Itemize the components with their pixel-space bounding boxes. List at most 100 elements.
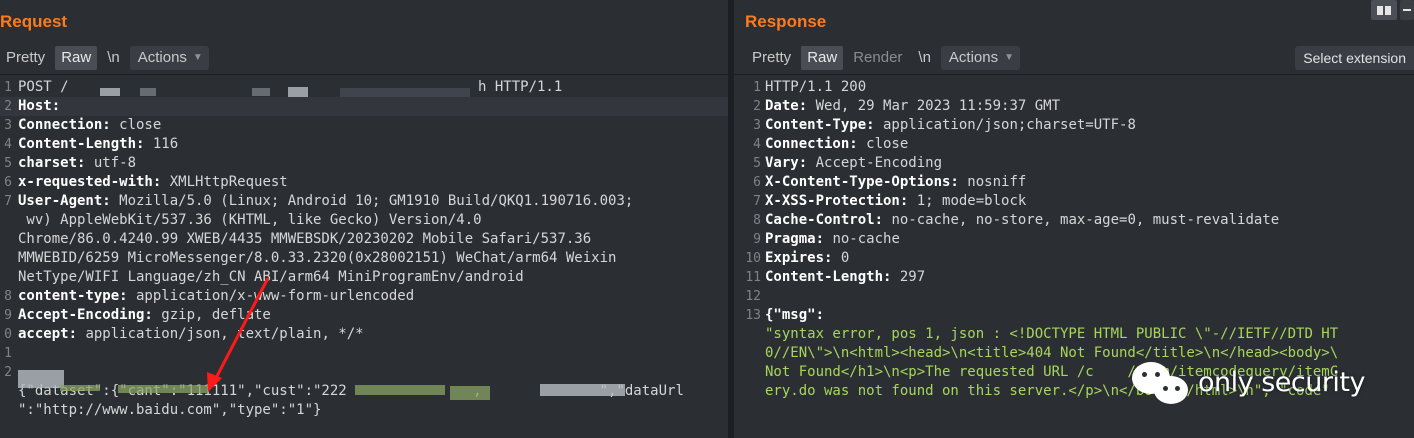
line-content: charset: utf-8 xyxy=(18,154,136,173)
header-value: XMLHttpRequest xyxy=(161,174,288,190)
line-content: "syntax error, pos 1, json : <!DOCTYPE H… xyxy=(765,325,1338,344)
header-value: Wed, 29 Mar 2023 11:59:37 GMT xyxy=(807,98,1061,114)
split-view-icon[interactable] xyxy=(1371,0,1397,20)
code-line: 2 Host: xyxy=(0,97,728,116)
line-text: Not Found</h1>\n<p>The requested URL /c … xyxy=(765,364,1339,380)
code-line: 0//EN\">\n<html><head>\n<title>404 Not F… xyxy=(734,344,1414,363)
line-content: Connection: close xyxy=(18,116,161,135)
header-value: 1; mode=block xyxy=(908,193,1027,209)
code-line: 10 Expires: 0 xyxy=(734,249,1414,268)
line-content: X-XSS-Protection: 1; mode=block xyxy=(765,192,1026,211)
code-line: 6 x-requested-with: XMLHttpRequest xyxy=(0,173,728,192)
code-line: 9 Pragma: no-cache xyxy=(734,230,1414,249)
code-line: 11 Content-Length: 297 xyxy=(734,268,1414,287)
line-content: 0//EN\">\n<html><head>\n<title>404 Not F… xyxy=(765,344,1338,363)
line-number: 8 xyxy=(4,289,12,304)
response-tab-newline[interactable]: \n xyxy=(912,46,937,70)
redaction-blur xyxy=(450,386,490,400)
line-content: ery.do was not found on this server.</p>… xyxy=(765,382,1330,401)
header-value: no-cache, no-store, max-age=0, must-reva… xyxy=(883,212,1280,228)
redaction-blur xyxy=(18,370,64,388)
response-actions-dropdown[interactable]: Actions ▼ xyxy=(940,46,1021,70)
header-value: utf-8 xyxy=(85,155,137,171)
line-number: 11 xyxy=(745,270,761,285)
line-content: Accept-Encoding: gzip, deflate xyxy=(18,306,271,325)
header-value: application/x-www-form-urlencoded xyxy=(127,288,415,304)
line-number: 1 xyxy=(753,80,761,95)
code-line: 7 User-Agent: Mozilla/5.0 (Linux; Android… xyxy=(0,192,728,211)
request-actions-dropdown[interactable]: Actions ▼ xyxy=(129,46,209,70)
line-number: 10 xyxy=(745,251,761,266)
response-tab-raw[interactable]: Raw xyxy=(801,46,844,70)
redaction-blur xyxy=(140,88,156,96)
redaction-blur xyxy=(60,385,100,391)
response-tab-render[interactable]: Render xyxy=(847,46,908,70)
line-text: ":"http://www.baidu.com","type":"1"} xyxy=(18,402,322,418)
redaction-blur xyxy=(252,88,270,96)
code-line: 3 Connection: close xyxy=(0,116,728,135)
header-value: close xyxy=(857,136,909,152)
code-line: 7 X-XSS-Protection: 1; mode=block xyxy=(734,192,1414,211)
chevron-down-icon: ▼ xyxy=(192,52,203,63)
header-value: Mozilla/5.0 (Linux; Android 10; GM1910 B… xyxy=(110,193,634,209)
header-name: Content-Length: xyxy=(18,136,145,152)
header-value: 0 xyxy=(832,250,850,266)
response-tab-pretty[interactable]: Pretty xyxy=(746,46,797,70)
request-tab-raw[interactable]: Raw xyxy=(55,46,98,70)
code-line: 1 HTTP/1.1 200 xyxy=(734,78,1414,97)
line-text: "syntax error, pos 1, json : <!DOCTYPE H… xyxy=(765,326,1339,342)
line-number: 2 xyxy=(4,99,12,114)
code-line: 4 Content-Length: 116 xyxy=(0,135,728,154)
header-name: Connection: xyxy=(18,117,111,133)
line-number: 12 xyxy=(745,289,761,304)
header-value: nosniff xyxy=(958,174,1027,190)
header-value: no-cache xyxy=(824,231,900,247)
line-number: 4 xyxy=(753,137,761,152)
line-text: Chrome/86.0.4240.99 XWEB/4435 MMWEBSDK/2… xyxy=(18,231,592,247)
code-line: 4 Connection: close xyxy=(734,135,1414,154)
line-content: User-Agent: Mozilla/5.0 (Linux; Android … xyxy=(18,192,633,211)
line-content: Cache-Control: no-cache, no-store, max-a… xyxy=(765,211,1279,230)
header-name: charset: xyxy=(18,155,86,171)
line-number: 6 xyxy=(4,175,12,190)
redaction-blur xyxy=(118,385,208,393)
line-number: 7 xyxy=(753,194,761,209)
line-number: 5 xyxy=(753,156,761,171)
line-text: POST / xyxy=(18,79,69,95)
code-line: 5 charset: utf-8 xyxy=(0,154,728,173)
redaction-blur xyxy=(355,385,445,395)
response-view-tabs: Pretty Raw Render \n Actions ▼ xyxy=(746,46,1021,70)
line-text: NetType/WIFI Language/zh_CN ABI/arm64 Mi… xyxy=(18,269,524,285)
header-value: 297 xyxy=(891,269,926,285)
select-extension-button[interactable]: Select extension xyxy=(1295,46,1414,70)
header-value: close xyxy=(110,117,162,133)
line-content: Not Found</h1>\n<p>The requested URL /c … xyxy=(765,363,1338,382)
line-number: 4 xyxy=(4,137,12,152)
line-content: Expires: 0 xyxy=(765,249,849,268)
response-editor[interactable]: 1 HTTP/1.1 200 2 Date: Wed, 29 Mar 2023 11:… xyxy=(734,78,1414,401)
header-name: Host: xyxy=(18,98,61,114)
line-number: 8 xyxy=(753,213,761,228)
line-content: x-requested-with: XMLHttpRequest xyxy=(18,173,288,192)
request-tab-pretty[interactable]: Pretty xyxy=(0,46,51,70)
redaction-blur xyxy=(540,384,625,396)
header-value: Accept-Encoding xyxy=(807,155,943,171)
line-number: 3 xyxy=(4,118,12,133)
code-line: 0 accept: application/json, text/plain, *… xyxy=(0,325,728,344)
header-name: Accept-Encoding: xyxy=(18,307,153,323)
request-editor[interactable]: 1 POST / h HTTP/1.1 2 Host: 3 Connection: clos… xyxy=(0,78,728,420)
stacked-view-icon[interactable] xyxy=(1400,0,1414,20)
header-name: Cache-Control: xyxy=(765,212,884,228)
line-content: {"msg": xyxy=(765,306,824,325)
line-text: HTTP/1.1 200 xyxy=(765,79,867,95)
line-content: HTTP/1.1 200 xyxy=(765,78,866,97)
header-value: 116 xyxy=(144,136,179,152)
line-content: Date: Wed, 29 Mar 2023 11:59:37 GMT xyxy=(765,97,1060,116)
header-name: Content-Length: xyxy=(765,269,892,285)
request-tab-newline[interactable]: \n xyxy=(101,46,126,70)
request-divider xyxy=(0,74,728,75)
line-content: wv) AppleWebKit/537.36 (KHTML, like Geck… xyxy=(18,211,481,230)
splitter-grip-icon[interactable]: ⋮ xyxy=(729,373,743,394)
code-line: "syntax error, pos 1, json : <!DOCTYPE H… xyxy=(734,325,1414,344)
code-line: 1 xyxy=(0,344,728,363)
